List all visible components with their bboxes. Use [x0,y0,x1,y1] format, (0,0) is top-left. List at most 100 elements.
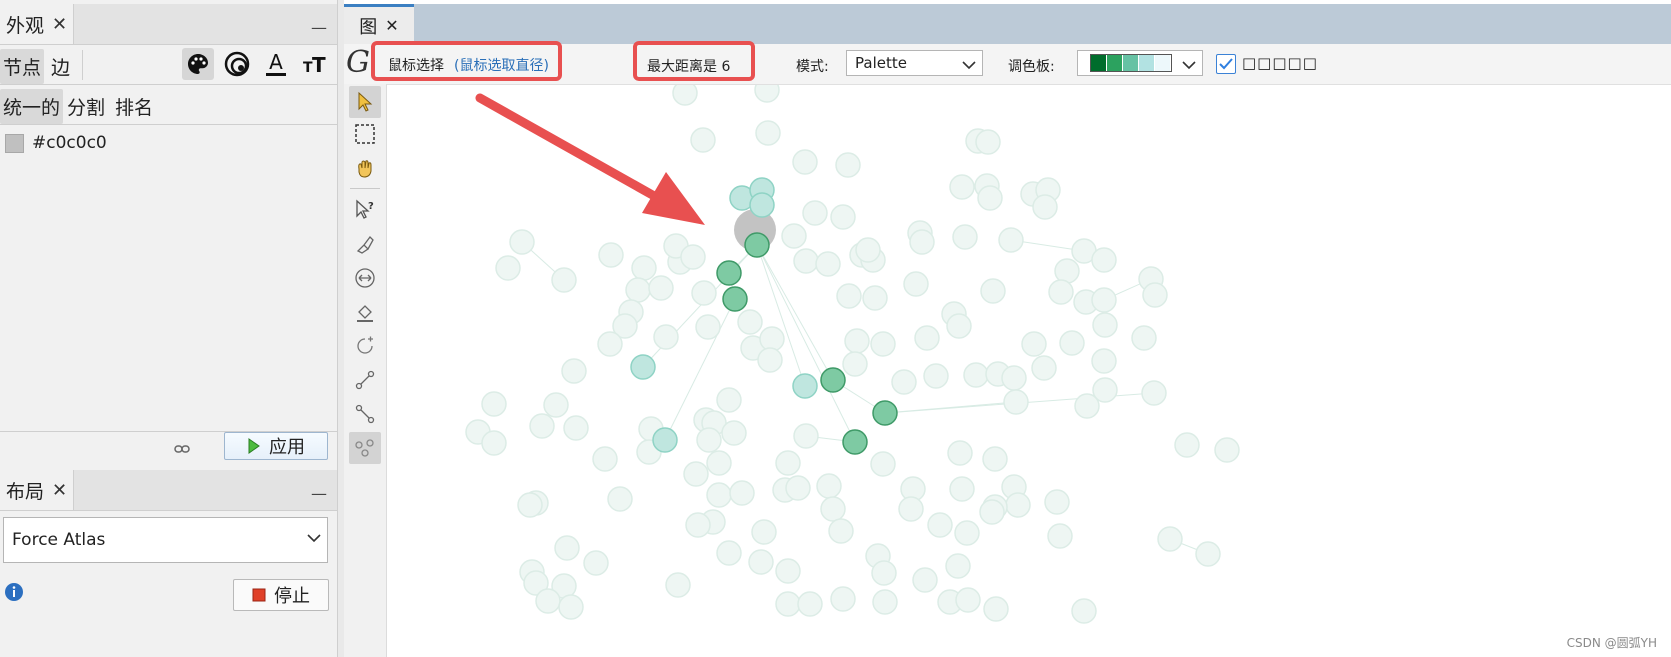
graph-node-path[interactable] [652,427,678,453]
graph-node[interactable] [648,275,674,301]
graph-node[interactable] [830,204,856,230]
graph-node[interactable] [792,149,818,175]
graph-node[interactable] [551,267,577,293]
graph-node[interactable] [1048,279,1074,305]
graph-node[interactable] [980,278,1006,304]
graph-node[interactable] [495,255,521,281]
color-swatch[interactable] [5,134,24,153]
graph-node[interactable] [775,591,801,617]
graph-node[interactable] [815,251,841,277]
graph-node[interactable] [1032,194,1058,220]
graph-node[interactable] [1021,331,1047,357]
graph-node[interactable] [781,223,807,249]
tab-ranking[interactable]: 排名 [112,89,156,124]
graph-node[interactable] [757,347,783,373]
hand-drag-icon[interactable] [349,152,381,184]
graph-node[interactable] [631,255,657,281]
graph-node[interactable] [954,520,980,546]
graph-node-path[interactable] [630,354,656,380]
rect-select-icon[interactable] [349,118,381,150]
graph-node-highlight[interactable] [872,400,898,426]
graph-node[interactable] [1142,282,1168,308]
graph-node[interactable] [844,328,870,354]
graph-node[interactable] [914,325,940,351]
graph-node[interactable] [946,313,972,339]
graph-node[interactable] [903,271,929,297]
close-icon[interactable]: ✕ [52,480,67,501]
graph-node[interactable] [909,229,935,255]
graph-node[interactable] [607,486,633,512]
add-edge-icon[interactable] [349,364,381,396]
graph-node[interactable] [830,586,856,612]
graph-node[interactable] [872,589,898,615]
graph-node[interactable] [672,85,698,106]
graph-node[interactable] [963,362,989,388]
graph-node[interactable] [793,423,819,449]
graph-node[interactable] [721,420,747,446]
graph-node[interactable] [862,285,888,311]
tab-partition[interactable]: 分割 [64,89,108,124]
minimize-icon[interactable]: — [311,18,327,37]
graph-node[interactable] [955,587,981,613]
graph-node[interactable] [1031,355,1057,381]
graph-node[interactable] [598,242,624,268]
graph-node[interactable] [1054,258,1080,284]
graph-canvas[interactable]: CSDN @圆弧YH [387,85,1671,657]
graph-node[interactable] [1091,348,1117,374]
graph-node[interactable] [927,512,953,538]
graph-node[interactable] [665,572,691,598]
shortest-path-icon[interactable] [349,330,381,362]
graph-node[interactable] [975,129,1001,155]
graph-node[interactable] [583,550,609,576]
graph-node[interactable] [696,427,722,453]
graph-node[interactable] [481,391,507,417]
graph-node[interactable] [998,227,1024,253]
sizer-icon[interactable] [349,262,381,294]
appearance-tab[interactable]: 外观 ✕ [0,4,75,44]
tab-nodes[interactable]: 节点 [0,49,45,84]
graph-node[interactable] [983,596,1009,622]
graph-node[interactable] [561,358,587,384]
graph-node-highlight[interactable] [722,286,748,312]
graph-node[interactable] [912,567,938,593]
graph-node[interactable] [1059,330,1085,356]
graph-node[interactable] [952,224,978,250]
graph-node-highlight[interactable] [716,260,742,286]
graph-node[interactable] [835,152,861,178]
graph-node[interactable] [685,512,711,538]
graph-node[interactable] [1214,437,1240,463]
graph-node[interactable] [945,553,971,579]
graph-node[interactable] [1131,325,1157,351]
graph-node[interactable] [828,518,854,544]
graph-node-path[interactable] [749,192,775,218]
graph-node[interactable] [785,475,811,501]
graph-node[interactable] [982,446,1008,472]
graph-node[interactable] [529,413,555,439]
graph-node[interactable] [1044,489,1070,515]
graph-node[interactable] [691,280,717,306]
graph-node[interactable] [870,451,896,477]
graph-node[interactable] [855,237,881,263]
graph-node[interactable] [898,496,924,522]
close-icon[interactable]: ✕ [385,16,398,35]
graph-node[interactable] [1091,287,1117,313]
layout-tab[interactable]: 布局 ✕ [0,470,75,510]
graph-node[interactable] [949,174,975,200]
graph-node[interactable] [695,314,721,340]
size-icon[interactable] [221,48,253,80]
label-color-icon[interactable]: A [260,48,292,80]
graph-node[interactable] [816,473,842,499]
graph-node[interactable] [716,387,742,413]
graph-node[interactable] [535,588,561,614]
graph-node[interactable] [680,244,706,270]
graph-node[interactable] [1071,598,1097,624]
graph-node[interactable] [625,277,651,303]
graph-node[interactable] [706,450,732,476]
graph-node[interactable] [597,331,623,357]
tab-edges[interactable]: 边 [48,49,73,84]
graph-node[interactable] [690,127,716,153]
graph-node[interactable] [797,591,823,617]
graph-node[interactable] [1005,492,1031,518]
graph-node[interactable] [1174,432,1200,458]
graph-node[interactable] [923,363,949,389]
